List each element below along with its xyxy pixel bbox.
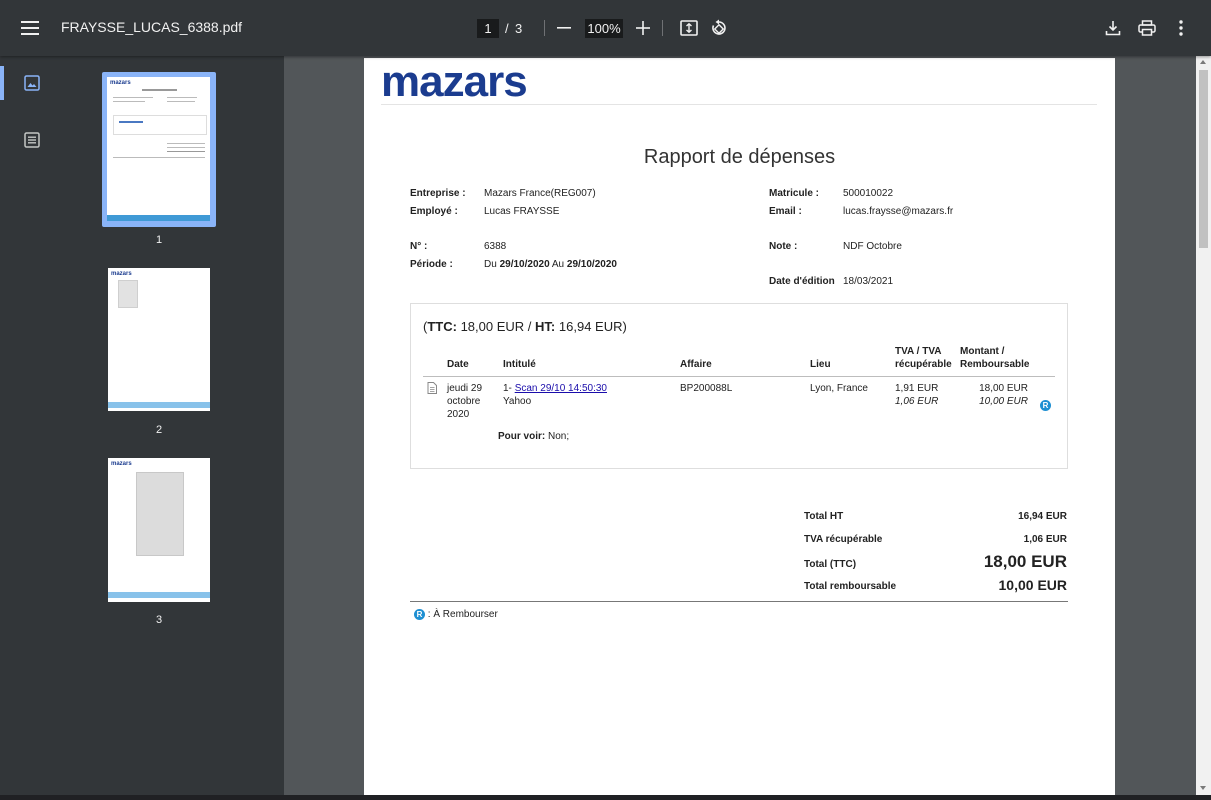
column-header-montant: Montant / Remboursable <box>960 346 1030 370</box>
matricule-value: 500010022 <box>843 188 894 199</box>
pdf-toolbar: FRAYSSE_LUCAS_6388.pdf 1 / 3 100% <box>0 0 1211 56</box>
column-header-date: Date <box>447 359 469 370</box>
zoom-in-icon[interactable] <box>627 12 659 44</box>
total-ht-label: Total HT <box>804 511 844 522</box>
bottom-edge <box>0 795 1211 800</box>
reimburse-badge: R <box>1040 395 1051 413</box>
outline-tab[interactable] <box>0 123 64 157</box>
more-vert-icon[interactable] <box>1165 12 1197 44</box>
employe-value: Lucas FRAYSSE <box>484 206 560 217</box>
note-label: Note : <box>769 241 798 252</box>
thumbnail-page-2[interactable]: mazars <box>108 268 210 411</box>
thumbnail-page-3[interactable]: mazars <box>108 458 210 602</box>
column-header-lieu: Lieu <box>810 359 831 370</box>
row-date: jeudi 29 octobre 2020 <box>447 383 483 420</box>
numero-label: N° : <box>410 241 428 252</box>
print-icon[interactable] <box>1131 12 1163 44</box>
document-icon[interactable] <box>427 381 437 399</box>
entreprise-value: Mazars France(REG007) <box>484 188 596 199</box>
header-divider <box>381 104 1097 105</box>
thumbnail-page-1[interactable]: mazars <box>107 77 210 221</box>
toolbar-divider <box>662 20 663 36</box>
scroll-up-arrow-icon[interactable] <box>1200 60 1206 64</box>
thumbnail-1-number: 1 <box>155 234 163 246</box>
numero-value: 6388 <box>484 241 507 252</box>
page-separator: / <box>505 21 509 36</box>
pdf-page: mazars Rapport de dépenses Entreprise : … <box>364 58 1115 800</box>
page-number-input[interactable]: 1 <box>477 19 499 38</box>
matricule-label: Matricule : <box>769 188 820 199</box>
legend: R : À Rembourser <box>414 609 498 620</box>
totals-divider <box>410 601 1068 602</box>
column-header-tva: TVA / TVA récupérable <box>895 346 952 370</box>
thumbnail-3-number: 3 <box>155 614 163 626</box>
scroll-down-arrow-icon[interactable] <box>1200 786 1206 790</box>
zoom-out-icon[interactable] <box>548 12 580 44</box>
document-viewer[interactable]: mazars Rapport de dépenses Entreprise : … <box>284 56 1195 800</box>
thumbnail-logo: mazars <box>111 461 132 467</box>
tva-recuperable-label: TVA récupérable <box>804 534 883 545</box>
date-edition-label: Date d'édition <box>769 276 835 287</box>
rotate-icon[interactable] <box>703 12 735 44</box>
page-total: 3 <box>515 21 523 36</box>
list-icon <box>24 132 40 148</box>
email-label: Email : <box>769 206 802 217</box>
row-affaire: BP200088L <box>680 383 733 394</box>
tva-recuperable-value: 1,06 EUR <box>1023 534 1067 545</box>
expense-box: (TTC: 18,00 EUR / HT: 16,94 EUR) Date In… <box>410 303 1068 469</box>
row-intitule: 1- Scan 29/10 14:50:30 Yahoo <box>503 383 607 407</box>
thumbnails-tab[interactable] <box>0 66 64 100</box>
column-header-intitule: Intitulé <box>503 359 536 370</box>
entreprise-label: Entreprise : <box>410 188 466 199</box>
thumbnail-2-number: 2 <box>155 424 163 436</box>
column-header-affaire: Affaire <box>680 359 712 370</box>
vertical-scrollbar[interactable] <box>1196 56 1211 800</box>
total-ttc-value: 18,00 EUR <box>983 552 1067 571</box>
thumbnail-logo: mazars <box>110 80 131 86</box>
scan-link[interactable]: Scan 29/10 14:50:30 <box>515 383 607 394</box>
date-edition-value: 18/03/2021 <box>843 276 894 287</box>
summary-line: (TTC: 18,00 EUR / HT: 16,94 EUR) <box>423 319 627 334</box>
report-title: Rapport de dépenses <box>643 146 836 168</box>
total-ttc-label: Total (TTC) <box>804 559 857 570</box>
row-lieu: Lyon, France <box>810 383 868 394</box>
thumbnail-logo: mazars <box>111 271 132 277</box>
employe-label: Employé : <box>410 206 458 217</box>
table-header-divider <box>423 376 1055 377</box>
row-tva: 1,91 EUR 1,06 EUR <box>895 383 939 407</box>
email-value: lucas.fraysse@mazars.fr <box>843 206 954 217</box>
total-remboursable-label: Total remboursable <box>804 581 897 592</box>
row-montant: 18,00 EUR 10,00 EUR <box>979 383 1028 407</box>
reimburse-badge: R <box>414 609 425 620</box>
toolbar-divider <box>544 20 545 36</box>
download-icon[interactable] <box>1097 12 1129 44</box>
note-value: NDF Octobre <box>843 241 902 252</box>
image-icon <box>24 75 40 91</box>
total-ht-value: 16,94 EUR <box>1018 511 1067 522</box>
hamburger-menu-icon[interactable] <box>14 12 46 44</box>
thumbnail-sidebar: mazars 1 mazars 2 mazars 3 <box>0 56 284 800</box>
periode-label: Période : <box>410 259 453 270</box>
pour-voir-line: Pour voir: Non; <box>498 431 570 442</box>
fit-page-icon[interactable] <box>673 12 705 44</box>
scrollbar-thumb[interactable] <box>1199 70 1208 248</box>
periode-value: Du 29/10/2020 Au 29/10/2020 <box>484 259 617 270</box>
zoom-input[interactable]: 100% <box>585 19 623 38</box>
document-title: FRAYSSE_LUCAS_6388.pdf <box>61 19 243 35</box>
mazars-logo: mazars <box>381 57 528 106</box>
total-remboursable-value: 10,00 EUR <box>998 577 1067 593</box>
